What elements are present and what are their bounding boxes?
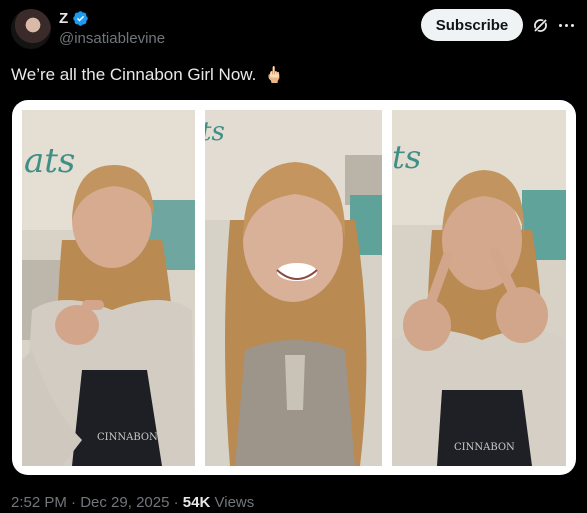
media-image-1[interactable]: ats CINNABON <box>22 110 195 466</box>
author-name-row: Z <box>59 10 89 27</box>
tweet-metadata: 2:52 PM · Dec 29, 2025 · 54K Views <box>11 494 254 511</box>
author-display-name[interactable]: Z <box>59 10 68 27</box>
svg-text:ts: ts <box>205 117 225 147</box>
tweet-text: We’re all the Cinnabon Girl Now. 🖕🏻 <box>11 64 284 87</box>
tweet-media[interactable]: ats CINNABON ts <box>12 100 576 475</box>
verified-badge-icon <box>73 11 88 26</box>
tweet-text-body: We’re all the Cinnabon Girl Now. <box>11 65 257 84</box>
more-options-icon[interactable] <box>559 18 577 32</box>
avatar[interactable] <box>11 9 51 49</box>
meta-separator-2: · <box>173 494 179 511</box>
views-count: 54K <box>182 494 211 511</box>
tweet-date[interactable]: Dec 29, 2025 <box>80 494 169 511</box>
grok-icon[interactable] <box>531 16 550 35</box>
sign-text: ats <box>24 141 75 181</box>
middle-finger-emoji-icon: 🖕🏻 <box>264 67 285 84</box>
author-handle[interactable]: @insatiablevine <box>59 30 165 47</box>
tweet-time[interactable]: 2:52 PM <box>11 494 67 511</box>
apron-logo-text-3: CINNABON <box>454 442 515 453</box>
media-image-2[interactable]: ts <box>205 110 382 466</box>
svg-text:ts: ts <box>392 138 421 176</box>
media-image-3[interactable]: ts CINNABON <box>392 110 566 466</box>
subscribe-button[interactable]: Subscribe <box>421 9 523 41</box>
views-label: Views <box>214 494 255 511</box>
tweet-header: Z @insatiablevine Subscribe <box>11 9 577 51</box>
apron-logo-text-1: CINNABON <box>97 432 158 443</box>
meta-separator-1: · <box>71 494 77 511</box>
